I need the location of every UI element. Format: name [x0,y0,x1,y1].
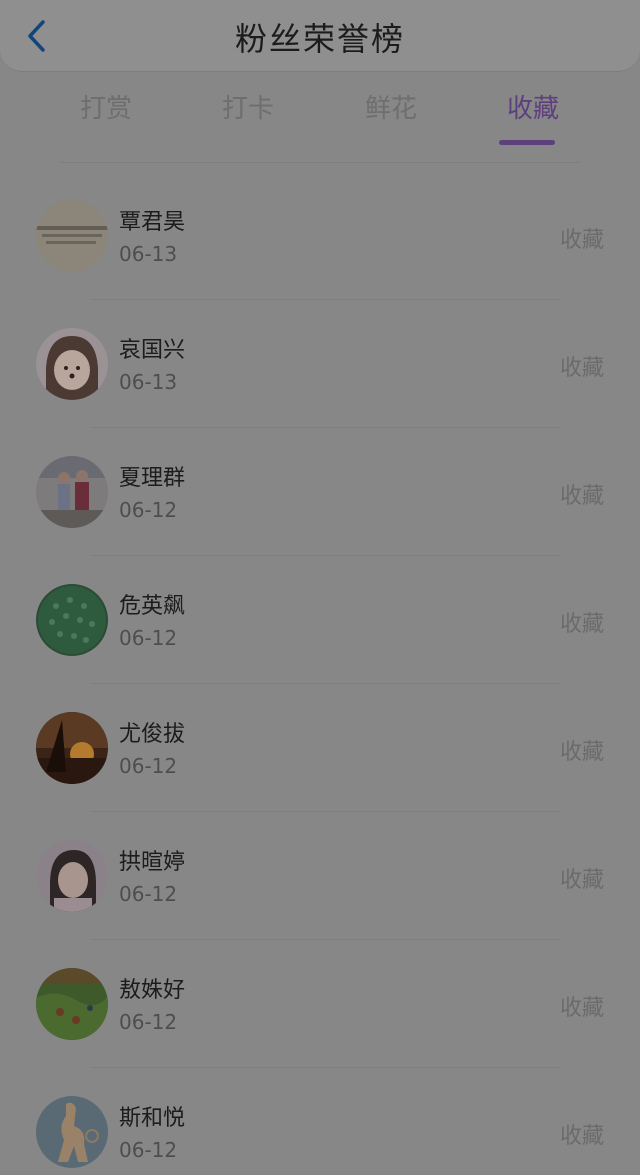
fan-action: 收藏 [559,740,604,765]
fan-action: 收藏 [559,612,604,637]
list-item[interactable]: 尤俊拔 06-12 收藏 [0,684,640,812]
fan-date: 06-12 [119,498,178,522]
fan-date: 06-12 [119,882,178,906]
list-item[interactable]: 哀国兴 06-13 收藏 [0,300,640,428]
avatar [36,584,108,656]
fan-date: 06-12 [119,626,178,650]
list-item[interactable]: 敖姝好 06-12 收藏 [0,940,640,1068]
fan-action: 收藏 [559,228,604,253]
avatar [36,968,108,1040]
fan-name: 尤俊拔 [119,722,186,747]
fan-name: 覃君昊 [119,210,186,235]
fan-date: 06-13 [119,370,178,394]
list-item[interactable]: 覃君昊 06-13 收藏 [0,172,640,300]
avatar [36,712,108,784]
fan-action: 收藏 [559,996,604,1021]
fan-action: 收藏 [559,356,604,381]
tab-favorites-label: 收藏 [506,94,559,124]
header-bar: 粉丝荣誉榜 [0,0,640,72]
fan-date: 06-12 [119,754,178,778]
tab-tip[interactable]: 打赏 [46,88,166,125]
fan-name: 危英飙 [119,594,186,619]
fan-list: 覃君昊 06-13 收藏 哀国兴 06-13 收藏 夏理群 06-12 收藏 危… [0,172,640,1175]
list-item[interactable]: 夏理群 06-12 收藏 [0,428,640,556]
fan-action: 收藏 [559,484,604,509]
avatar [36,456,108,528]
list-item[interactable]: 危英飙 06-12 收藏 [0,556,640,684]
avatar [36,840,108,912]
fan-name: 哀国兴 [119,338,186,363]
fan-name: 拱暄婷 [119,850,186,875]
fan-name: 斯和悦 [119,1106,186,1131]
fan-action: 收藏 [559,1124,604,1149]
avatar [36,200,108,272]
fan-date: 06-12 [119,1138,178,1162]
fan-date: 06-13 [119,242,178,266]
page-title: 粉丝荣誉榜 [234,20,405,58]
fan-date: 06-12 [119,1010,178,1034]
tab-favorites[interactable]: 收藏 [473,88,593,145]
list-item[interactable]: 拱暄婷 06-12 收藏 [0,812,640,940]
list-item[interactable]: 斯和悦 06-12 收藏 [0,1068,640,1175]
active-tab-indicator [499,140,555,145]
fan-action: 收藏 [559,868,604,893]
tab-checkin[interactable]: 打卡 [188,88,308,125]
avatar [36,328,108,400]
avatar [36,1096,108,1168]
tab-bar: 打赏 打卡 鲜花 收藏 [0,80,640,150]
tab-flowers[interactable]: 鲜花 [331,88,451,125]
divider [60,162,580,163]
fan-name: 敖姝好 [119,978,186,1003]
fan-name: 夏理群 [119,466,186,491]
